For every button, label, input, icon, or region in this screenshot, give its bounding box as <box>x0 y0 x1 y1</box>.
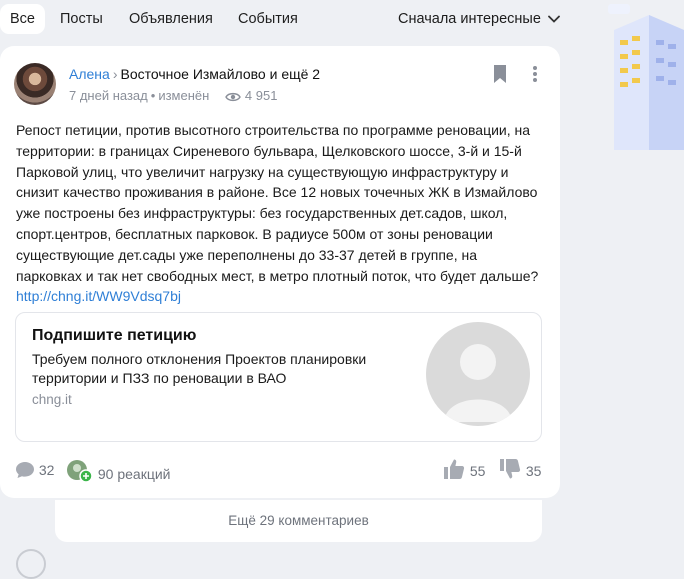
tab-ads[interactable]: Объявления <box>119 4 223 34</box>
sort-label: Сначала интересные <box>398 11 541 27</box>
preview-domain: chng.it <box>32 392 72 407</box>
post-meta: 7 дней назад • изменён 4 951 <box>69 88 277 103</box>
preview-title: Подпишите петицию <box>32 327 197 344</box>
next-item-avatar <box>16 549 46 579</box>
tab-events[interactable]: События <box>228 4 308 34</box>
thumbs-down-icon <box>500 459 521 479</box>
reactions-button[interactable]: 90 реакций <box>66 459 171 483</box>
user-placeholder-icon <box>444 344 512 422</box>
views-count: 4 951 <box>244 88 278 103</box>
link-preview-card[interactable]: Подпишите петицию Требуем полного отклон… <box>15 312 542 442</box>
eye-icon <box>225 92 241 102</box>
tab-all[interactable]: Все <box>0 4 45 34</box>
like-button[interactable]: 55 <box>442 458 485 480</box>
author-avatar[interactable] <box>14 63 56 105</box>
post-text: Репост петиции, против высотного строите… <box>16 122 539 284</box>
post-header: Алена › Восточное Измайлово и ещё 2 <box>69 66 320 82</box>
petition-link[interactable]: http://chng.it/WW9Vdsq7bj <box>16 286 546 307</box>
thumbs-up-icon <box>444 459 465 479</box>
post-age: 7 дней назад <box>69 88 148 103</box>
comments-button[interactable]: 32 <box>15 461 54 479</box>
author-name[interactable]: Алена <box>69 66 110 82</box>
meta-dot: • <box>150 88 156 103</box>
preview-image <box>426 322 530 426</box>
post-actions: 32 90 реакций 55 35 <box>0 458 560 484</box>
more-options-icon[interactable] <box>530 64 540 84</box>
edited-label: изменён <box>158 88 210 103</box>
reactions-label: 90 реакций <box>97 466 171 482</box>
dislikes-count: 35 <box>525 463 542 479</box>
dislike-button[interactable]: 35 <box>498 458 541 480</box>
post-body: Репост петиции, против высотного строите… <box>16 120 546 307</box>
comment-icon <box>16 462 34 478</box>
city-illustration <box>608 4 684 150</box>
location-link[interactable]: Восточное Измайлово и ещё 2 <box>120 66 320 82</box>
likes-count: 55 <box>469 463 486 479</box>
breadcrumb-separator: › <box>112 66 118 82</box>
more-comments-button[interactable]: Ещё 29 комментариев <box>55 500 542 542</box>
post-card: Алена › Восточное Измайлово и ещё 2 7 дней… <box>0 46 560 498</box>
sort-dropdown[interactable]: Сначала интересные <box>398 4 560 34</box>
chevron-down-icon <box>548 15 560 23</box>
bookmark-icon[interactable] <box>492 64 508 84</box>
preview-description: Требуем полного отклонения Проектов план… <box>32 351 367 386</box>
feed-filter-bar: Все Посты Объявления События Сначала инт… <box>0 0 560 38</box>
reactions-avatar-icon <box>67 460 93 483</box>
comments-count: 32 <box>38 462 55 478</box>
tab-posts[interactable]: Посты <box>50 4 113 34</box>
